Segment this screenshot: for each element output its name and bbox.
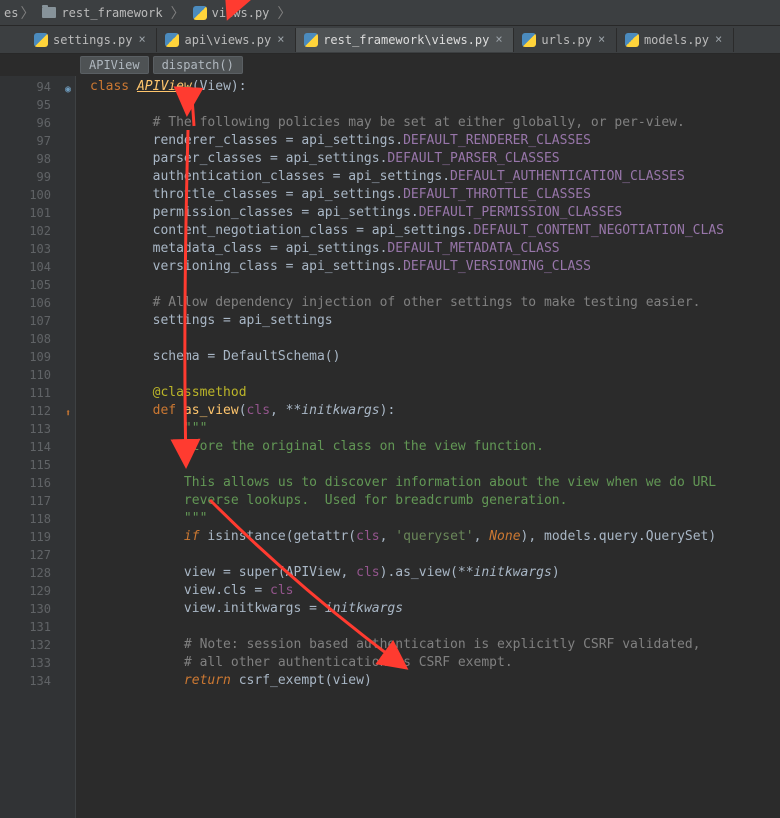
line-number[interactable]: 108 <box>0 330 75 348</box>
chevron-right-icon: 〉 <box>171 3 185 23</box>
tab-label: models.py <box>644 33 709 47</box>
line-number[interactable]: 107 <box>0 312 75 330</box>
line-number[interactable]: 97 <box>0 132 75 150</box>
tab-label: urls.py <box>541 33 592 47</box>
close-icon[interactable]: × <box>277 35 287 45</box>
python-file-icon <box>34 33 48 47</box>
tab-settings[interactable]: settings.py × <box>26 28 157 52</box>
tab-label: api\views.py <box>184 33 271 47</box>
line-number[interactable]: 129 <box>0 582 75 600</box>
line-number[interactable]: 98 <box>0 150 75 168</box>
tab-label: settings.py <box>53 33 132 47</box>
line-number[interactable]: 94◉ <box>0 78 75 96</box>
chevron-right-icon: 〉 <box>20 3 34 23</box>
line-number[interactable]: 95 <box>0 96 75 114</box>
line-number[interactable]: 102 <box>0 222 75 240</box>
structure-chip-class[interactable]: APIView <box>80 56 149 74</box>
line-number[interactable]: 114 <box>0 438 75 456</box>
gutter: 94◉ 95 96 97 98 99 100 101 102 103 104 1… <box>0 76 76 818</box>
breadcrumb-truncated: es <box>4 6 18 20</box>
python-file-icon <box>193 6 207 20</box>
line-number[interactable]: 116 <box>0 474 75 492</box>
line-number[interactable]: 110 <box>0 366 75 384</box>
line-number[interactable]: 131 <box>0 618 75 636</box>
close-icon[interactable]: × <box>495 35 505 45</box>
line-number[interactable]: 112⬆ <box>0 402 75 420</box>
breadcrumb-file[interactable]: views.py <box>187 4 276 22</box>
line-number[interactable]: 130 <box>0 600 75 618</box>
line-number[interactable]: 106 <box>0 294 75 312</box>
tab-api-views[interactable]: api\views.py × <box>157 28 296 52</box>
line-number[interactable]: 118 <box>0 510 75 528</box>
line-number[interactable]: 119 <box>0 528 75 546</box>
line-number[interactable]: 115 <box>0 456 75 474</box>
tab-restframework-views[interactable]: rest_framework\views.py × <box>296 28 514 52</box>
structure-path: APIView dispatch() <box>0 54 780 76</box>
folder-icon <box>42 7 56 18</box>
line-number[interactable]: 111 <box>0 384 75 402</box>
breadcrumb: es 〉 rest_framework 〉 views.py 〉 <box>0 0 780 26</box>
python-file-icon <box>522 33 536 47</box>
line-number[interactable]: 128 <box>0 564 75 582</box>
line-number[interactable]: 127 <box>0 546 75 564</box>
python-file-icon <box>625 33 639 47</box>
fold-column <box>76 76 88 818</box>
python-file-icon <box>165 33 179 47</box>
structure-chip-method[interactable]: dispatch() <box>153 56 243 74</box>
line-number[interactable]: 134 <box>0 672 75 690</box>
line-number[interactable]: 100 <box>0 186 75 204</box>
breadcrumb-folder-label: rest_framework <box>61 6 162 20</box>
tab-urls[interactable]: urls.py × <box>514 28 617 52</box>
line-number[interactable]: 103 <box>0 240 75 258</box>
line-number[interactable]: 133 <box>0 654 75 672</box>
python-file-icon <box>304 33 318 47</box>
editor[interactable]: 94◉ 95 96 97 98 99 100 101 102 103 104 1… <box>0 76 780 818</box>
close-icon[interactable]: × <box>138 35 148 45</box>
line-number[interactable]: 132 <box>0 636 75 654</box>
line-number[interactable]: 109 <box>0 348 75 366</box>
line-number[interactable]: 96 <box>0 114 75 132</box>
breadcrumb-folder[interactable]: rest_framework <box>36 4 168 22</box>
line-number[interactable]: 117 <box>0 492 75 510</box>
editor-tabs: settings.py × api\views.py × rest_framew… <box>0 26 780 54</box>
breadcrumb-file-label: views.py <box>212 6 270 20</box>
line-number[interactable]: 105 <box>0 276 75 294</box>
tab-models[interactable]: models.py × <box>617 28 734 52</box>
line-number[interactable]: 101 <box>0 204 75 222</box>
code-area[interactable]: class APIView(View): # The following pol… <box>88 76 780 818</box>
close-icon[interactable]: × <box>598 35 608 45</box>
tab-label: rest_framework\views.py <box>323 33 489 47</box>
line-number[interactable]: 104 <box>0 258 75 276</box>
line-number[interactable]: 99 <box>0 168 75 186</box>
close-icon[interactable]: × <box>715 35 725 45</box>
line-number[interactable]: 113 <box>0 420 75 438</box>
chevron-right-icon: 〉 <box>277 3 291 23</box>
